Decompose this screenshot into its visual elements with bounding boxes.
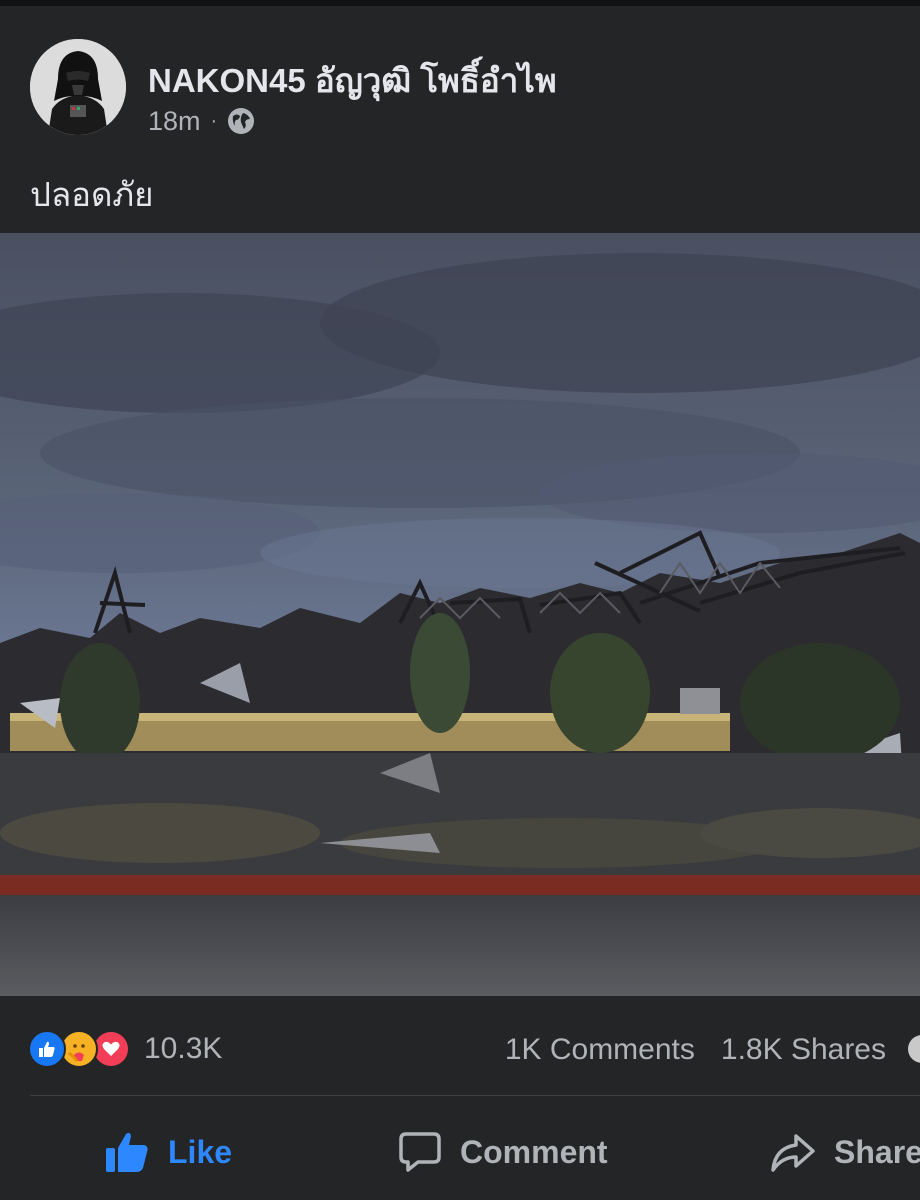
share-button[interactable]: Share xyxy=(770,1124,920,1180)
comments-count[interactable]: 1K Comments xyxy=(505,1033,695,1067)
meta-separator: · xyxy=(210,109,218,132)
shares-count[interactable]: 1.8K Shares xyxy=(721,1033,886,1067)
globe-icon[interactable] xyxy=(227,107,255,135)
author-name[interactable]: NAKON45 อัญวุฒิ โพธิ์อำไพ xyxy=(148,54,557,107)
comment-button[interactable]: Comment xyxy=(398,1124,608,1180)
share-arrow-icon xyxy=(771,1134,815,1172)
reaction-count: 10.3K xyxy=(144,1032,223,1065)
post-card: NAKON45 อัญวุฒิ โพธิ์อำไพ 18m · ปลอดภัย xyxy=(0,6,920,1200)
reactions-summary[interactable]: 10.3K xyxy=(28,1027,222,1071)
debris-photo-image xyxy=(0,233,920,996)
like-reaction-icon xyxy=(28,1030,66,1068)
comment-bubble-icon xyxy=(399,1132,441,1172)
comment-label: Comment xyxy=(460,1133,608,1170)
post-meta: 18m · xyxy=(148,104,255,138)
like-label: Like xyxy=(168,1133,233,1170)
like-button[interactable]: Like xyxy=(104,1124,232,1180)
post-photo[interactable] xyxy=(0,233,920,996)
post-timestamp[interactable]: 18m xyxy=(148,106,201,137)
post-text: ปลอดภัย xyxy=(30,176,154,213)
share-label: Share xyxy=(834,1133,920,1170)
thumbs-up-icon xyxy=(106,1132,148,1172)
darth-vader-avatar-image xyxy=(30,39,126,135)
post-stats: 1K Comments 1.8K Shares xyxy=(505,1030,886,1070)
divider xyxy=(30,1095,920,1096)
author-avatar[interactable] xyxy=(30,39,126,135)
viewer-avatar[interactable] xyxy=(908,1035,920,1063)
